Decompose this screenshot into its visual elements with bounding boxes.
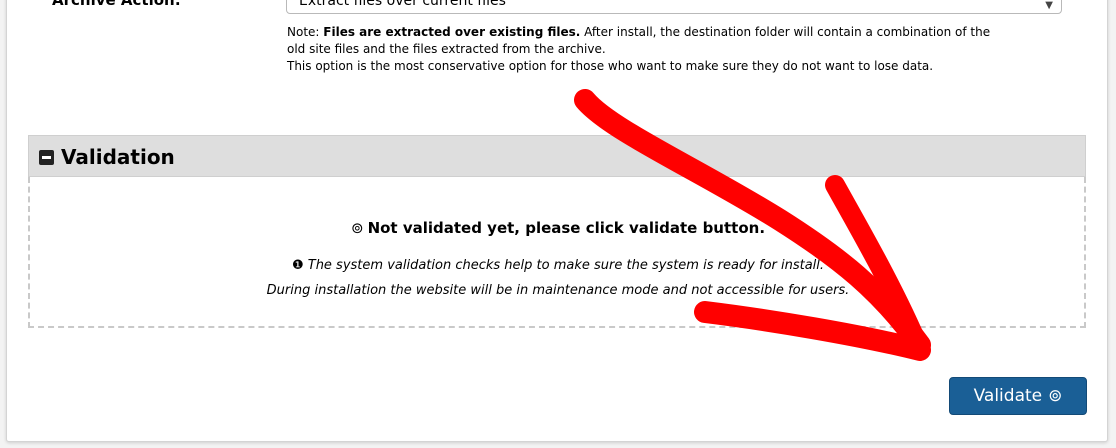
validation-title: Validation (61, 145, 175, 169)
validation-section-header[interactable]: Validation (28, 135, 1086, 177)
validation-info-text1: The system validation checks help to mak… (307, 258, 825, 273)
note-bold: Files are extracted over existing files. (323, 25, 581, 39)
archive-action-selected: Extract files over current files (299, 0, 506, 9)
note-line3: This option is the most conservative opt… (287, 59, 934, 73)
validation-section-body (28, 177, 1086, 328)
validation-status: ⊚ Not validated yet, please click validat… (0, 218, 1116, 238)
check-circle-icon: ⊚ (350, 219, 364, 237)
validate-button-label: Validate (973, 386, 1043, 406)
validation-info-line2: During installation the website will be … (266, 283, 850, 298)
archive-action-label: Archive Action: (52, 0, 181, 9)
validation-status-text: Not validated yet, please click validate… (367, 219, 766, 237)
note-line2: old site files and the files extracted f… (287, 42, 606, 56)
check-circle-icon: ⊚ (1048, 386, 1063, 406)
note-prefix: Note: (287, 25, 324, 39)
validate-button[interactable]: Validate ⊚ (949, 377, 1087, 415)
note-line1-rest: After install, the destination folder wi… (580, 25, 991, 39)
info-icon: ❶ (291, 258, 304, 273)
archive-action-select[interactable]: Extract files over current files ▼ (286, 0, 1062, 14)
validation-info-line1: ❶ The system validation checks help to m… (0, 257, 1116, 275)
archive-note: Note: Files are extracted over existing … (287, 24, 1077, 75)
chevron-down-icon: ▼ (1045, 0, 1053, 11)
collapse-icon[interactable] (39, 150, 54, 165)
